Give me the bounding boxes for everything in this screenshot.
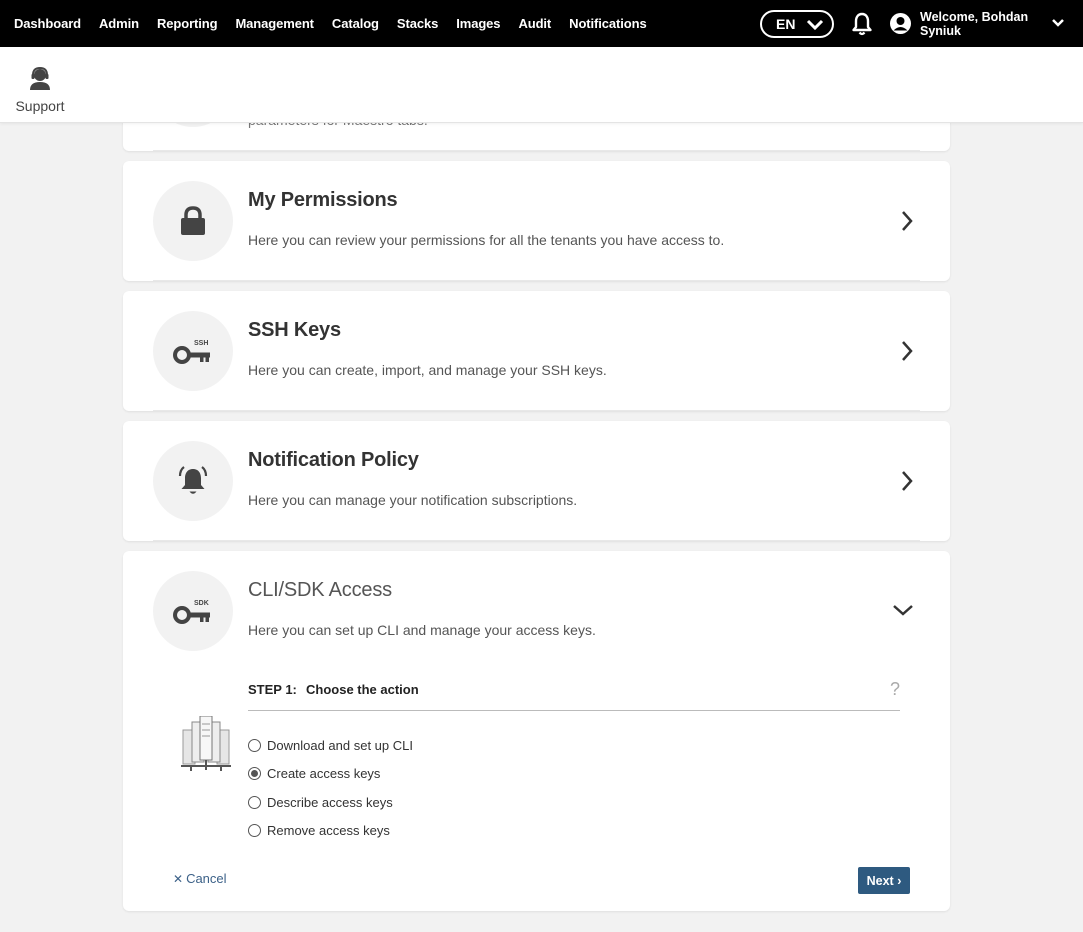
option-remove-keys[interactable]: Remove access keys [248,817,413,846]
welcome-text[interactable]: Welcome, Bohdan Syniuk [920,10,1040,38]
option-create-keys[interactable]: Create access keys [248,760,413,789]
nav-catalog[interactable]: Catalog [332,16,379,31]
card-my-permissions[interactable]: My Permissions Here you can review your … [123,161,950,281]
lock-icon [181,206,205,235]
cancel-button[interactable]: ✕ Cancel [173,871,227,886]
card-icon-circle: SDK [153,571,233,651]
step-number: STEP 1: [248,682,297,697]
radio-button[interactable] [248,795,261,809]
card-cli-sdk-access: SDK CLI/SDK Access Here you can set up C… [123,551,950,911]
card-desc: Here you can set up CLI and manage your … [248,622,596,638]
help-icon[interactable]: ? [890,679,900,700]
nav-reporting[interactable]: Reporting [157,16,218,31]
option-describe-keys[interactable]: Describe access keys [248,788,413,817]
chevron-down-icon [806,19,824,31]
nav-notifications[interactable]: Notifications [569,16,647,31]
nav-audit[interactable]: Audit [518,16,551,31]
sdk-key-icon: SDK [173,600,210,624]
divider [153,150,920,151]
divider [153,540,920,541]
headset-user-icon [30,66,50,90]
alarm-bell-icon [178,466,208,494]
card-icon-circle [153,181,233,261]
radio-button[interactable] [248,738,261,752]
divider [153,410,920,411]
chevron-right-icon[interactable] [900,210,914,232]
chevron-right-icon[interactable] [900,340,914,362]
radio-dot [251,770,258,778]
language-label: EN [776,16,796,32]
chevron-right-icon[interactable] [900,470,914,492]
card-notification-policy[interactable]: Notification Policy Here you can manage … [123,421,950,541]
option-label: Describe access keys [267,794,393,810]
close-icon: ✕ [173,871,184,886]
ssh-key-icon: SSH [173,340,210,364]
nav-images[interactable]: Images [456,16,500,31]
step-title: Choose the action [306,682,419,697]
card-desc: Here you can manage your notification su… [248,492,578,508]
top-nav-bar: Dashboard Admin Reporting Management Cat… [0,0,1083,47]
chevron-down-icon[interactable] [892,603,914,617]
card-title: SSH Keys [248,319,341,341]
bell-icon[interactable] [851,12,873,36]
card-title[interactable]: CLI/SDK Access [248,579,392,602]
option-label: Create access keys [267,766,381,782]
support-label: Support [15,98,65,114]
nav-dashboard[interactable]: Dashboard [14,16,81,31]
support-bar: Support [0,47,1083,123]
card-desc: Here you can review your permissions for… [248,232,725,248]
next-button[interactable]: Next › [858,867,910,894]
card-icon-circle: SSH [153,311,233,391]
step-header: STEP 1: Choose the action ? [248,679,900,711]
support-button[interactable]: Support [14,65,66,114]
card-desc: Here you can create, import, and manage … [248,362,607,378]
option-label: Remove access keys [267,823,390,839]
card-ssh-keys[interactable]: SSH SSH Keys Here you can create, import… [123,291,950,411]
user-menu-chevron-icon[interactable] [1051,18,1065,28]
radio-button[interactable] [248,824,261,838]
action-options: Download and set up CLI Create access ke… [248,731,413,845]
radio-button-selected[interactable] [248,767,261,781]
card-icon-circle [153,441,233,521]
card-title: My Permissions [248,189,398,211]
servers-illustration [181,716,231,771]
sdk-badge: SDK [194,600,209,607]
nav-admin[interactable]: Admin [99,16,139,31]
user-avatar-icon[interactable] [889,12,912,35]
nav-stacks[interactable]: Stacks [397,16,438,31]
card-title: Notification Policy [248,449,419,471]
cancel-label: Cancel [186,871,227,886]
language-selector[interactable]: EN [760,10,834,38]
divider [153,280,920,281]
main-nav: Dashboard Admin Reporting Management Cat… [0,16,665,31]
ssh-badge: SSH [194,340,208,347]
option-label: Download and set up CLI [267,737,413,753]
option-download-cli[interactable]: Download and set up CLI [248,731,413,760]
nav-management[interactable]: Management [235,16,314,31]
